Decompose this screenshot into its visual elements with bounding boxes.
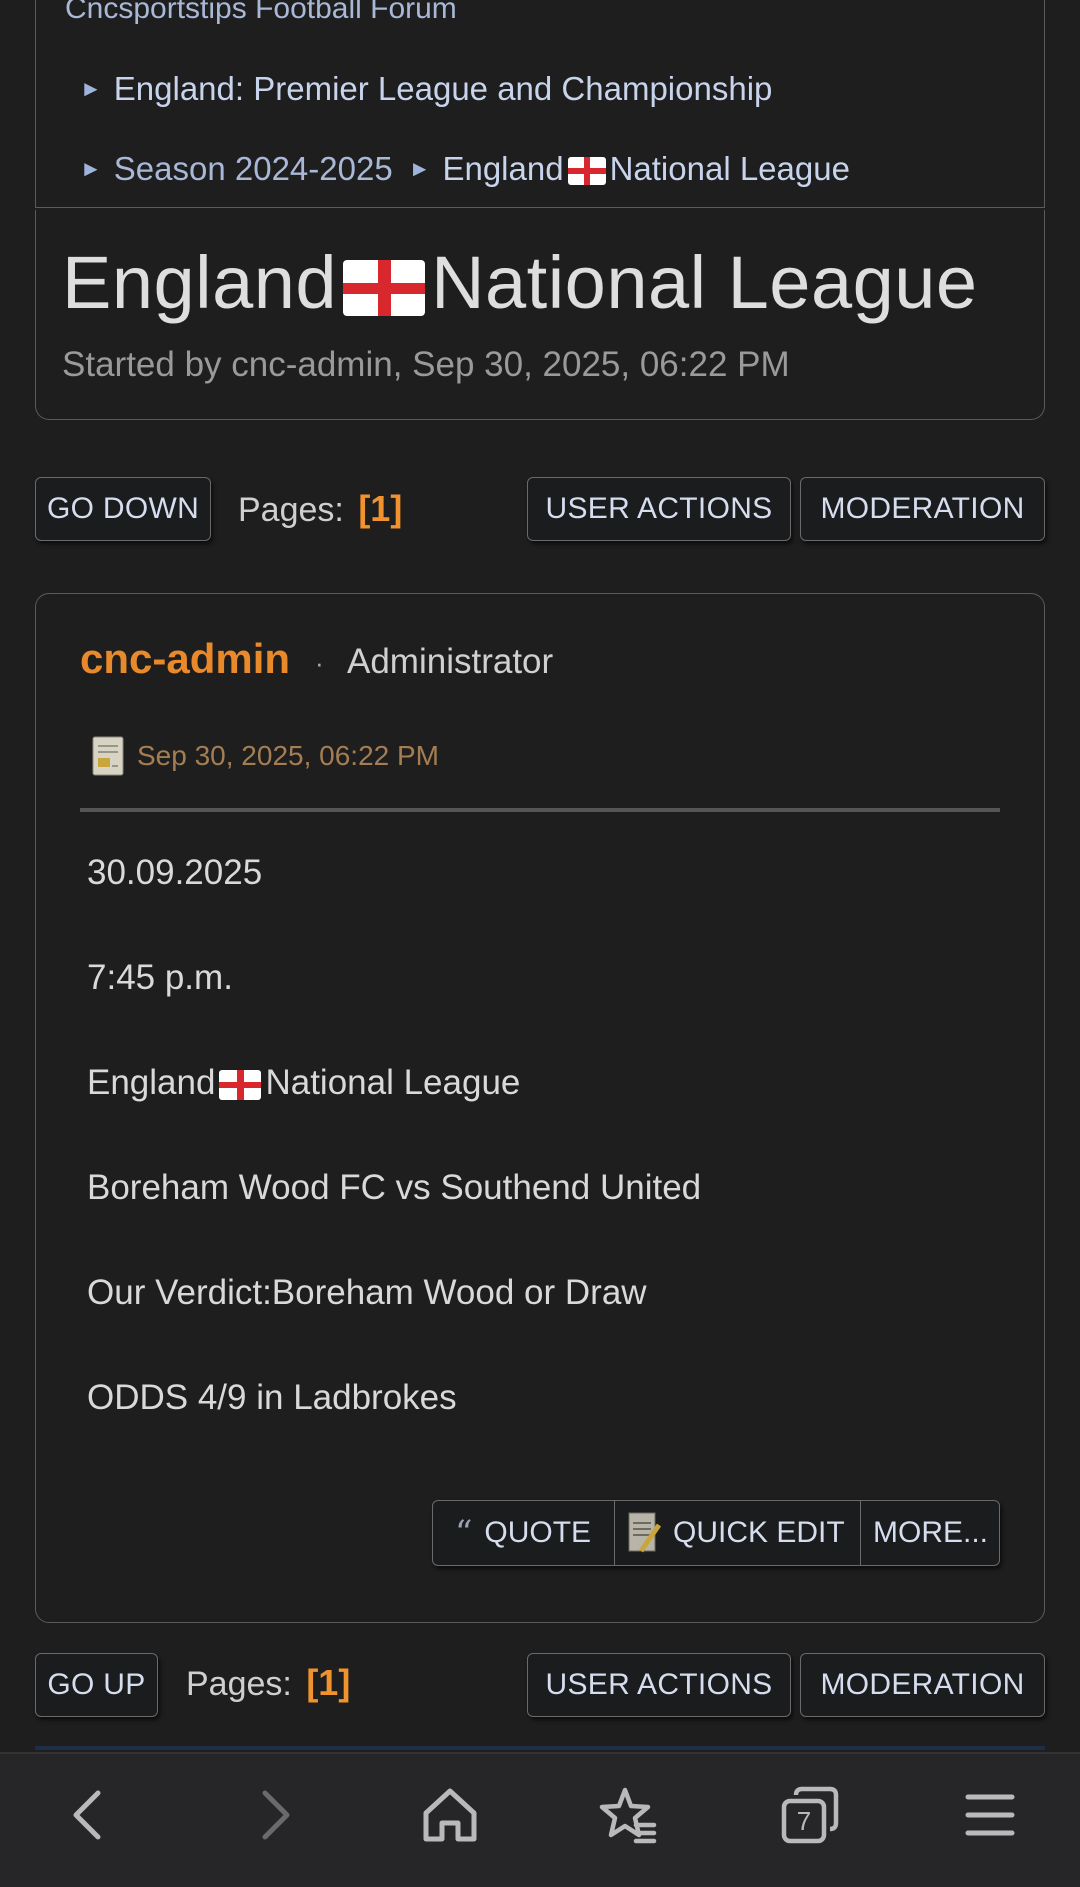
page-title-prefix: England xyxy=(62,241,338,324)
quick-edit-label: QUICK EDIT xyxy=(673,1516,845,1549)
post-line-league: England National League xyxy=(87,1063,520,1103)
breadcrumb-board-link[interactable]: England: Premier League and Championship xyxy=(114,70,773,108)
arrow-right-icon: ► xyxy=(80,156,102,181)
topic-started-by: Started by cnc-admin, Sep 30, 2025, 06:2… xyxy=(62,345,790,384)
breadcrumb-topic-suffix: National League xyxy=(609,150,850,187)
post-league-prefix: England xyxy=(87,1063,216,1102)
go-up-button[interactable]: GO UP xyxy=(35,1653,158,1717)
menu-icon[interactable] xyxy=(960,1785,1020,1845)
post-line-date: 30.09.2025 xyxy=(87,853,263,892)
post-divider xyxy=(80,808,1000,812)
arrow-right-icon: ► xyxy=(408,156,431,181)
page-title: England National League xyxy=(62,240,978,325)
post-author-role: Administrator xyxy=(347,642,554,681)
quote-label: QUOTE xyxy=(484,1516,592,1549)
moderation-button[interactable]: MODERATION xyxy=(800,1653,1045,1717)
document-icon xyxy=(92,736,124,776)
post-line-time: 7:45 p.m. xyxy=(87,958,233,997)
post-line-verdict: Our Verdict:Boreham Wood or Draw xyxy=(87,1273,647,1312)
england-flag-icon xyxy=(343,260,426,317)
page-1-link[interactable]: [1] xyxy=(358,488,402,529)
page-1-link[interactable]: [1] xyxy=(306,1662,350,1703)
pagination-bottom: Pages: [1] xyxy=(186,1662,350,1704)
breadcrumb-season-link[interactable]: Season 2024-2025 xyxy=(114,150,393,188)
breadcrumb-topic-link[interactable]: England National League xyxy=(442,150,849,188)
tabs-icon[interactable]: 7 xyxy=(780,1785,840,1845)
post-league-suffix: National League xyxy=(265,1063,521,1102)
pagination-top: Pages: [1] xyxy=(238,488,402,530)
bookmarks-icon[interactable] xyxy=(598,1785,658,1845)
breadcrumb-row-season: ► Season 2024-2025 ► England National Lea… xyxy=(80,150,850,188)
post-actions: “ QUOTE QUICK EDIT MORE... xyxy=(432,1500,1000,1566)
back-icon[interactable] xyxy=(60,1785,120,1845)
quote-icon: “ xyxy=(455,1513,473,1553)
edit-note-icon xyxy=(628,1512,661,1553)
quick-edit-button[interactable]: QUICK EDIT xyxy=(615,1501,861,1565)
pages-label: Pages: xyxy=(186,1665,292,1703)
england-flag-icon xyxy=(219,1069,262,1100)
quote-button[interactable]: “ QUOTE xyxy=(433,1501,615,1565)
more-button[interactable]: MORE... xyxy=(861,1501,999,1565)
browser-bottom-nav xyxy=(0,1752,1080,1887)
page-title-suffix: National League xyxy=(431,241,978,324)
arrow-right-icon: ► xyxy=(80,76,102,101)
post-date-link[interactable]: Sep 30, 2025, 06:22 PM xyxy=(137,740,439,772)
breadcrumb-row-board: ► England: Premier League and Championsh… xyxy=(80,70,772,108)
tab-count: 7 xyxy=(796,1806,812,1836)
go-down-button[interactable]: GO DOWN xyxy=(35,477,211,541)
breadcrumb-forum-link[interactable]: Cncsportstips Football Forum xyxy=(65,0,457,26)
post-author-link[interactable]: cnc-admin xyxy=(80,635,290,683)
england-flag-icon xyxy=(567,157,606,186)
breadcrumb-topic-prefix: England xyxy=(442,150,564,187)
post-line-odds: ODDS 4/9 in Ladbrokes xyxy=(87,1378,457,1417)
separator-dot: · xyxy=(315,648,324,678)
post-line-match: Boreham Wood FC vs Southend United xyxy=(87,1168,702,1207)
user-actions-button[interactable]: USER ACTIONS xyxy=(527,477,791,541)
pages-label: Pages: xyxy=(238,491,344,529)
home-icon[interactable] xyxy=(420,1785,480,1845)
forward-icon[interactable] xyxy=(243,1785,303,1845)
moderation-button[interactable]: MODERATION xyxy=(800,477,1045,541)
footer-edge xyxy=(35,1746,1045,1750)
user-actions-button[interactable]: USER ACTIONS xyxy=(527,1653,791,1717)
